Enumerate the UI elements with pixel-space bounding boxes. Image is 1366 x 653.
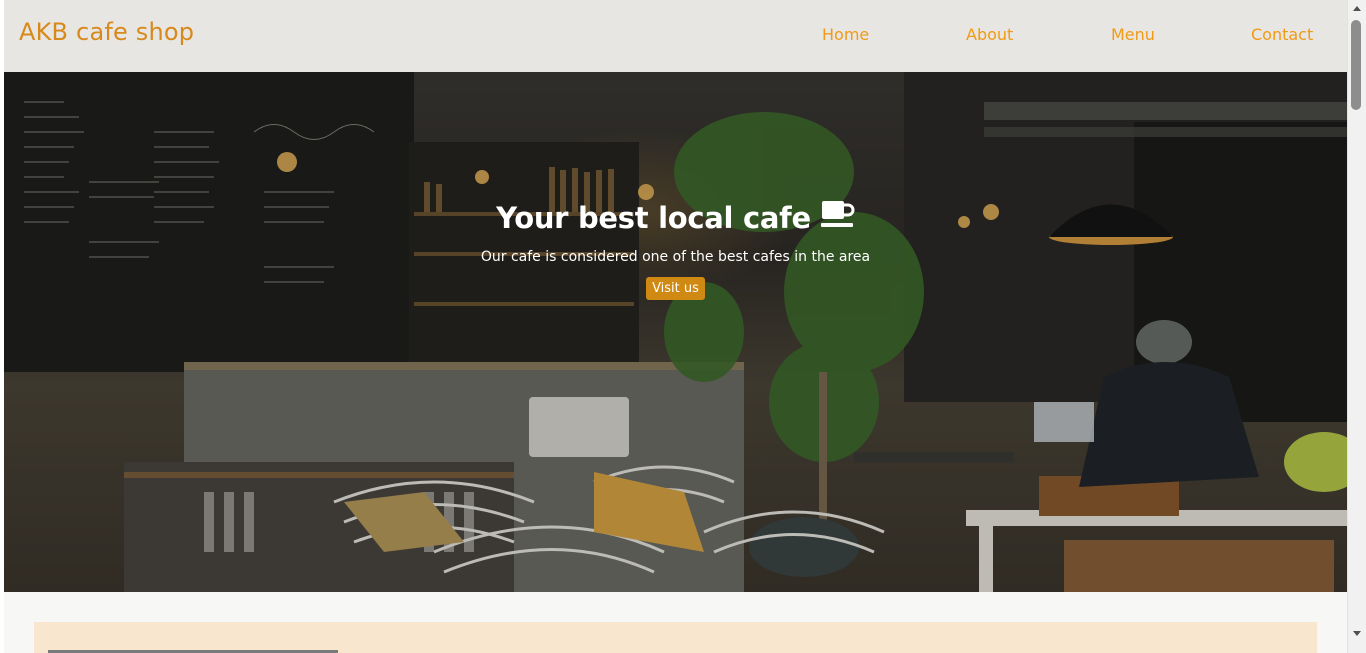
hero-section: Your best local cafe Our cafe is conside…	[4, 72, 1347, 592]
nav-link-about[interactable]: About	[966, 25, 1013, 44]
vertical-scrollbar[interactable]	[1347, 0, 1366, 653]
nav-link-home[interactable]: Home	[822, 25, 869, 44]
content-panel	[34, 622, 1317, 653]
hero-content: Your best local cafe Our cafe is conside…	[4, 200, 1347, 300]
visit-us-button[interactable]: Visit us	[646, 277, 705, 300]
hero-title-text: Your best local cafe	[496, 200, 811, 235]
page: AKB cafe shop Home About Menu Contact Yo…	[4, 0, 1347, 653]
nav-link-menu[interactable]: Menu	[1111, 25, 1155, 44]
hero-overlay	[4, 72, 1347, 592]
scroll-down-icon[interactable]	[1353, 631, 1361, 636]
content-section	[4, 592, 1347, 653]
hero-title: Your best local cafe	[496, 200, 855, 235]
nav-link-contact[interactable]: Contact	[1251, 25, 1313, 44]
scroll-up-icon[interactable]	[1353, 6, 1361, 11]
coffee-cup-icon	[820, 200, 855, 235]
hero-subtitle: Our cafe is considered one of the best c…	[480, 249, 871, 265]
brand-logo[interactable]: AKB cafe shop	[19, 18, 194, 46]
scroll-thumb[interactable]	[1351, 20, 1361, 110]
navbar: AKB cafe shop Home About Menu Contact	[4, 0, 1347, 72]
